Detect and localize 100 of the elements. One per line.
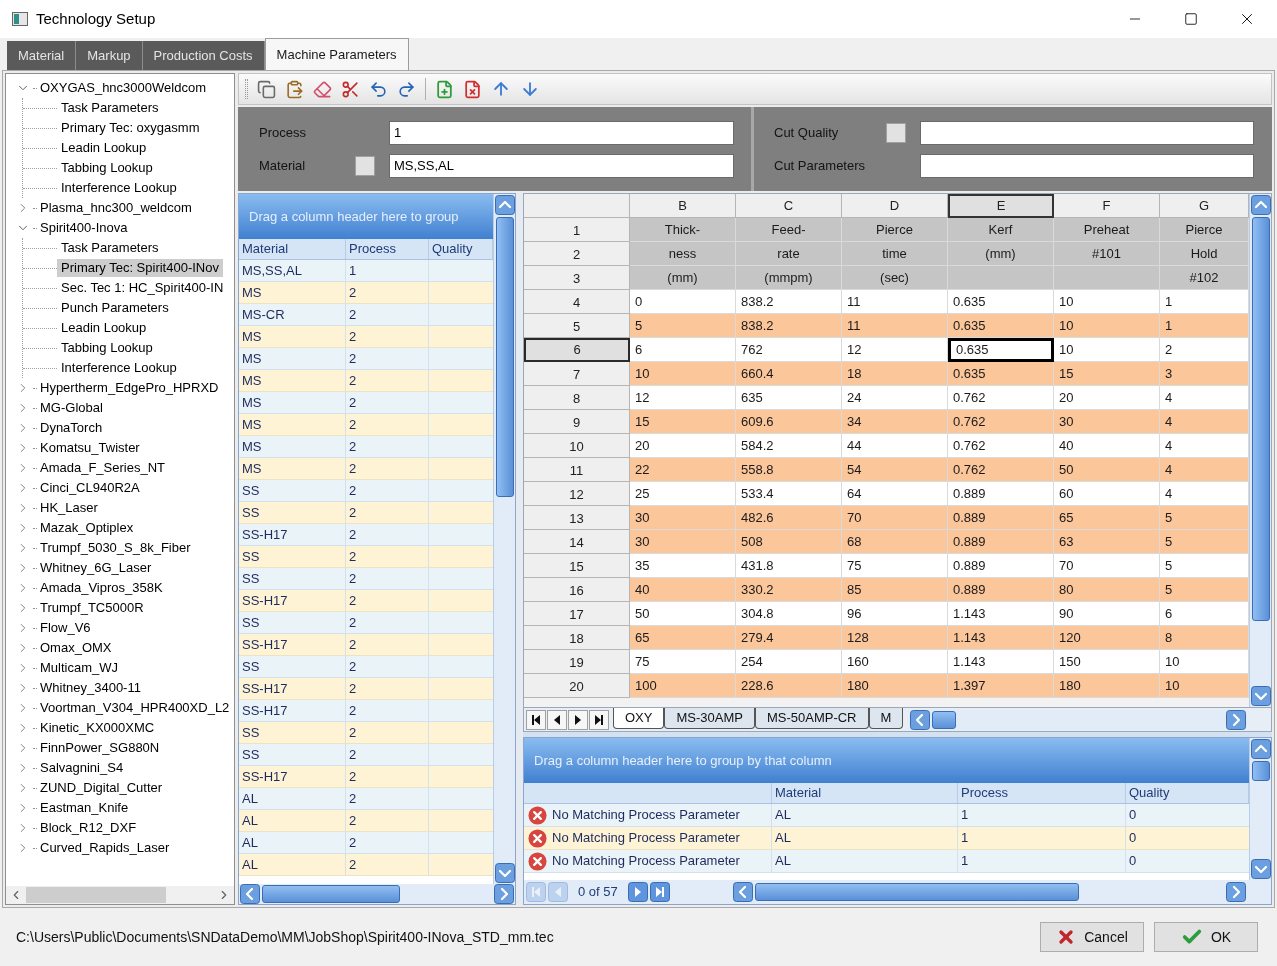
paste-icon[interactable] bbox=[285, 79, 304, 99]
tree-item[interactable]: Voortman_V304_HPR400XD_L2 bbox=[37, 699, 233, 717]
column-header[interactable]: G bbox=[1160, 194, 1249, 218]
row-header[interactable]: 5 bbox=[524, 314, 630, 338]
grid-row[interactable]: SS-H17 2 bbox=[239, 524, 493, 546]
vertical-scrollbar[interactable] bbox=[493, 194, 515, 884]
horizontal-scrollbar[interactable] bbox=[909, 709, 1247, 730]
tree-item[interactable]: Whitney_6G_Laser bbox=[37, 559, 155, 577]
tree-item[interactable]: FinnPower_SG880N bbox=[37, 739, 163, 757]
grid-row[interactable]: MS 2 bbox=[239, 370, 493, 392]
grid-row[interactable]: SS-H17 2 bbox=[239, 590, 493, 612]
row-header[interactable]: 9 bbox=[524, 410, 630, 434]
scroll-down-icon[interactable] bbox=[1250, 686, 1271, 706]
tree-item[interactable]: HK_Laser bbox=[37, 499, 101, 517]
tree-item[interactable]: Eastman_Knife bbox=[37, 799, 132, 817]
row-header[interactable]: 3 bbox=[524, 266, 630, 290]
grid-row[interactable]: MS 2 bbox=[239, 326, 493, 348]
tree-item[interactable]: Tabbing Lookup bbox=[57, 159, 157, 177]
scroll-thumb[interactable] bbox=[26, 887, 166, 903]
tree-item[interactable]: Cinci_CL940R2A bbox=[37, 479, 143, 497]
scroll-left-icon[interactable] bbox=[732, 882, 753, 902]
scroll-up-icon[interactable] bbox=[494, 195, 515, 215]
grid-row[interactable]: MS 2 bbox=[239, 282, 493, 304]
scroll-up-icon[interactable] bbox=[1250, 195, 1271, 215]
cancel-button[interactable]: Cancel bbox=[1040, 922, 1144, 952]
tree-item[interactable]: Interference Lookup bbox=[57, 359, 181, 377]
scroll-right-icon[interactable] bbox=[494, 884, 514, 904]
grid-row[interactable]: SS 2 bbox=[239, 656, 493, 678]
scroll-down-icon[interactable] bbox=[1250, 859, 1271, 879]
grid-row[interactable]: SS 2 bbox=[239, 502, 493, 524]
grid-row[interactable]: AL 2 bbox=[239, 832, 493, 854]
tab[interactable]: Production Costs bbox=[142, 41, 265, 70]
redo-icon[interactable] bbox=[397, 79, 416, 99]
tree-item[interactable]: Block_R12_DXF bbox=[37, 819, 140, 837]
grid-row[interactable]: MS 2 bbox=[239, 348, 493, 370]
grid-row[interactable]: SS 2 bbox=[239, 568, 493, 590]
row-header[interactable]: 15 bbox=[524, 554, 630, 578]
row-header[interactable]: 7 bbox=[524, 362, 630, 386]
tree-item[interactable]: Leadin Lookup bbox=[57, 319, 151, 337]
row-header[interactable]: 18 bbox=[524, 626, 630, 650]
grid-row[interactable]: MS 2 bbox=[239, 436, 493, 458]
grid-row[interactable]: SS 2 bbox=[239, 722, 493, 744]
tree-item[interactable]: Salvagnini_S4 bbox=[37, 759, 127, 777]
scroll-left-icon[interactable] bbox=[240, 884, 260, 904]
tab[interactable]: Machine Parameters bbox=[264, 38, 409, 70]
scroll-right-icon[interactable] bbox=[1226, 882, 1246, 902]
input-field[interactable] bbox=[920, 120, 1254, 145]
input-field[interactable] bbox=[920, 153, 1254, 178]
tree-item[interactable]: Plasma_hnc300_weldcom bbox=[37, 199, 195, 217]
last-icon[interactable] bbox=[589, 709, 609, 730]
tree-item[interactable]: Amada_F_Series_NT bbox=[37, 459, 168, 477]
row-header[interactable]: 8 bbox=[524, 386, 630, 410]
column-header[interactable]: F bbox=[1054, 194, 1160, 218]
vertical-scrollbar[interactable] bbox=[1249, 194, 1271, 707]
tree-item[interactable]: Sec. Tec 1: HC_Spirit400-IN bbox=[57, 279, 228, 297]
row-header[interactable]: 1 bbox=[524, 218, 630, 242]
grid-row[interactable]: MS 2 bbox=[239, 392, 493, 414]
maximize-icon[interactable] bbox=[1184, 12, 1198, 26]
grid-row[interactable]: AL 2 bbox=[239, 810, 493, 832]
tree-item[interactable]: ZUND_Digital_Cutter bbox=[37, 779, 166, 797]
row-header[interactable]: 19 bbox=[524, 650, 630, 674]
grid-row[interactable]: SS-H17 2 bbox=[239, 700, 493, 722]
row-header[interactable]: 13 bbox=[524, 506, 630, 530]
tree-item[interactable]: Trumpf_5030_S_8k_Fiber bbox=[37, 539, 194, 557]
tree-item[interactable]: Leadin Lookup bbox=[57, 139, 151, 157]
grid-row[interactable]: MS 2 bbox=[239, 458, 493, 480]
row-header[interactable]: 16 bbox=[524, 578, 630, 602]
tree-item[interactable]: Task Parameters bbox=[57, 99, 163, 117]
sheet-tab[interactable]: M bbox=[868, 708, 904, 729]
column-header[interactable]: C bbox=[736, 194, 842, 218]
horizontal-scrollbar[interactable] bbox=[731, 882, 1247, 902]
sheet-tab[interactable]: OXY bbox=[613, 708, 665, 729]
tree-item[interactable]: Primary Tec: oxygasmm bbox=[57, 119, 204, 137]
tree-item[interactable]: Tabbing Lookup bbox=[57, 339, 157, 357]
tree-item[interactable]: Curved_Rapids_Laser bbox=[37, 839, 173, 857]
row-header[interactable]: 4 bbox=[524, 290, 630, 314]
sheet-tab[interactable]: MS-50AMP-CR bbox=[754, 708, 869, 729]
grid-row[interactable]: SS-H17 2 bbox=[239, 678, 493, 700]
row-header[interactable]: 20 bbox=[524, 674, 630, 698]
grid-row[interactable]: No Matching Process Parameter AL 1 0 bbox=[524, 804, 1249, 827]
grid-row[interactable]: No Matching Process Parameter AL 1 0 bbox=[524, 827, 1249, 850]
grid-row[interactable]: AL 2 bbox=[239, 854, 493, 876]
column-header[interactable]: Process bbox=[958, 783, 1126, 803]
row-header[interactable]: 17 bbox=[524, 602, 630, 626]
input-field[interactable]: 1 bbox=[389, 120, 734, 145]
row-header[interactable]: 2 bbox=[524, 242, 630, 266]
scroll-up-icon[interactable] bbox=[1250, 739, 1271, 759]
file-x-icon[interactable] bbox=[463, 79, 482, 99]
column-header[interactable]: Material bbox=[772, 783, 958, 803]
eraser-icon[interactable] bbox=[313, 79, 332, 99]
grid-row[interactable]: SS 2 bbox=[239, 546, 493, 568]
scroll-thumb[interactable] bbox=[1251, 217, 1270, 621]
swatch-icon[interactable] bbox=[355, 155, 375, 176]
tab[interactable]: Markup bbox=[76, 41, 143, 70]
scroll-thumb[interactable] bbox=[262, 885, 400, 903]
grid-row[interactable]: MS-CR 2 bbox=[239, 304, 493, 326]
tree-item[interactable]: Komatsu_Twister bbox=[37, 439, 143, 457]
grid-row[interactable]: SS-H17 2 bbox=[239, 766, 493, 788]
tree-item[interactable]: Flow_V6 bbox=[37, 619, 94, 637]
row-header[interactable]: 12 bbox=[524, 482, 630, 506]
